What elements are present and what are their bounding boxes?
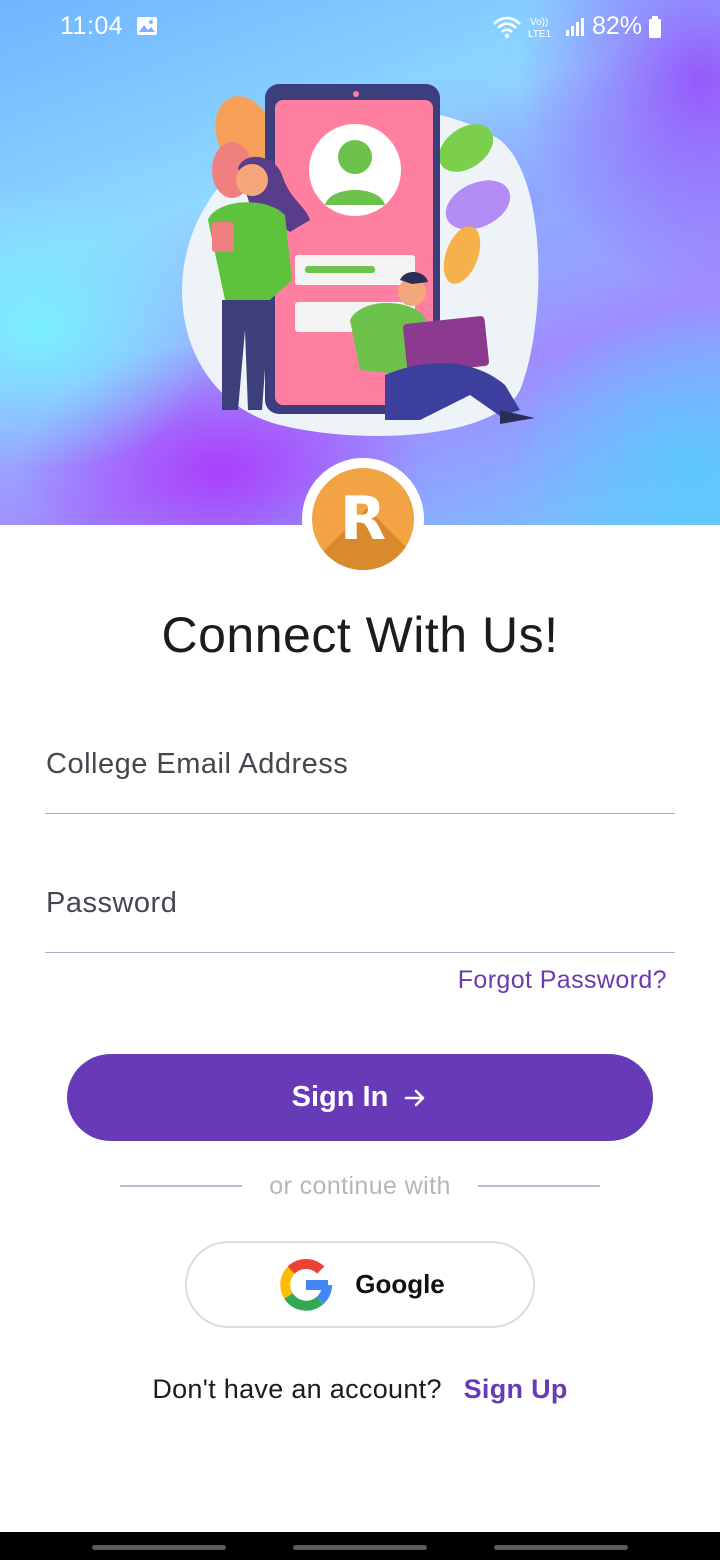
- battery-icon: [649, 15, 661, 38]
- nav-home-handle[interactable]: [293, 1545, 427, 1550]
- wifi-icon: [493, 16, 521, 38]
- email-field[interactable]: [45, 734, 676, 814]
- social-divider: or continue with: [120, 1168, 600, 1204]
- divider-line-left: [120, 1185, 242, 1187]
- app-logo: R: [302, 458, 424, 580]
- forgot-password-link[interactable]: Forgot Password?: [458, 966, 667, 995]
- status-bar: 11:04 Vo)) LTE1 82%: [0, 0, 720, 56]
- system-nav-bar: [0, 1532, 720, 1560]
- nav-recents-handle[interactable]: [92, 1545, 226, 1550]
- status-icons: Vo)) LTE1 82%: [492, 12, 662, 41]
- nav-back-handle[interactable]: [494, 1545, 628, 1550]
- volte-lte-icon: Vo)) LTE1: [528, 17, 552, 40]
- divider-line-right: [478, 1185, 600, 1187]
- volte-label: Vo)): [530, 17, 548, 28]
- google-signin-button[interactable]: Google: [185, 1241, 535, 1328]
- signup-prompt: Don't have an account?: [152, 1374, 442, 1404]
- gallery-notification-icon: [137, 17, 157, 35]
- login-screen: 11:04 Vo)) LTE1 82% R Connect With Us! C…: [0, 0, 720, 1560]
- google-label: Google: [355, 1269, 445, 1299]
- logo-letter: R: [339, 484, 387, 554]
- logo-badge: R: [312, 468, 414, 570]
- login-illustration: [182, 84, 539, 436]
- signup-row: Don't have an account? Sign Up: [0, 1374, 720, 1405]
- lte-label: LTE1: [528, 29, 552, 40]
- sign-in-label: Sign In: [291, 1081, 389, 1113]
- page-title: Connect With Us!: [161, 607, 559, 663]
- status-time: 11:04: [60, 12, 124, 40]
- woman-face: [236, 164, 268, 196]
- divider-text: or continue with: [269, 1171, 451, 1200]
- password-field[interactable]: [45, 873, 676, 953]
- battery-percentage: 82%: [591, 12, 642, 40]
- sign-in-button[interactable]: Sign In: [67, 1054, 653, 1141]
- signup-link[interactable]: Sign Up: [464, 1374, 568, 1404]
- google-icon: [280, 1258, 333, 1311]
- password-input[interactable]: [46, 873, 676, 933]
- email-input[interactable]: [46, 734, 676, 794]
- signal-icon: [565, 17, 584, 36]
- arrow-right-icon: [405, 1089, 425, 1106]
- hero-banner: 11:04 Vo)) LTE1 82%: [0, 0, 720, 525]
